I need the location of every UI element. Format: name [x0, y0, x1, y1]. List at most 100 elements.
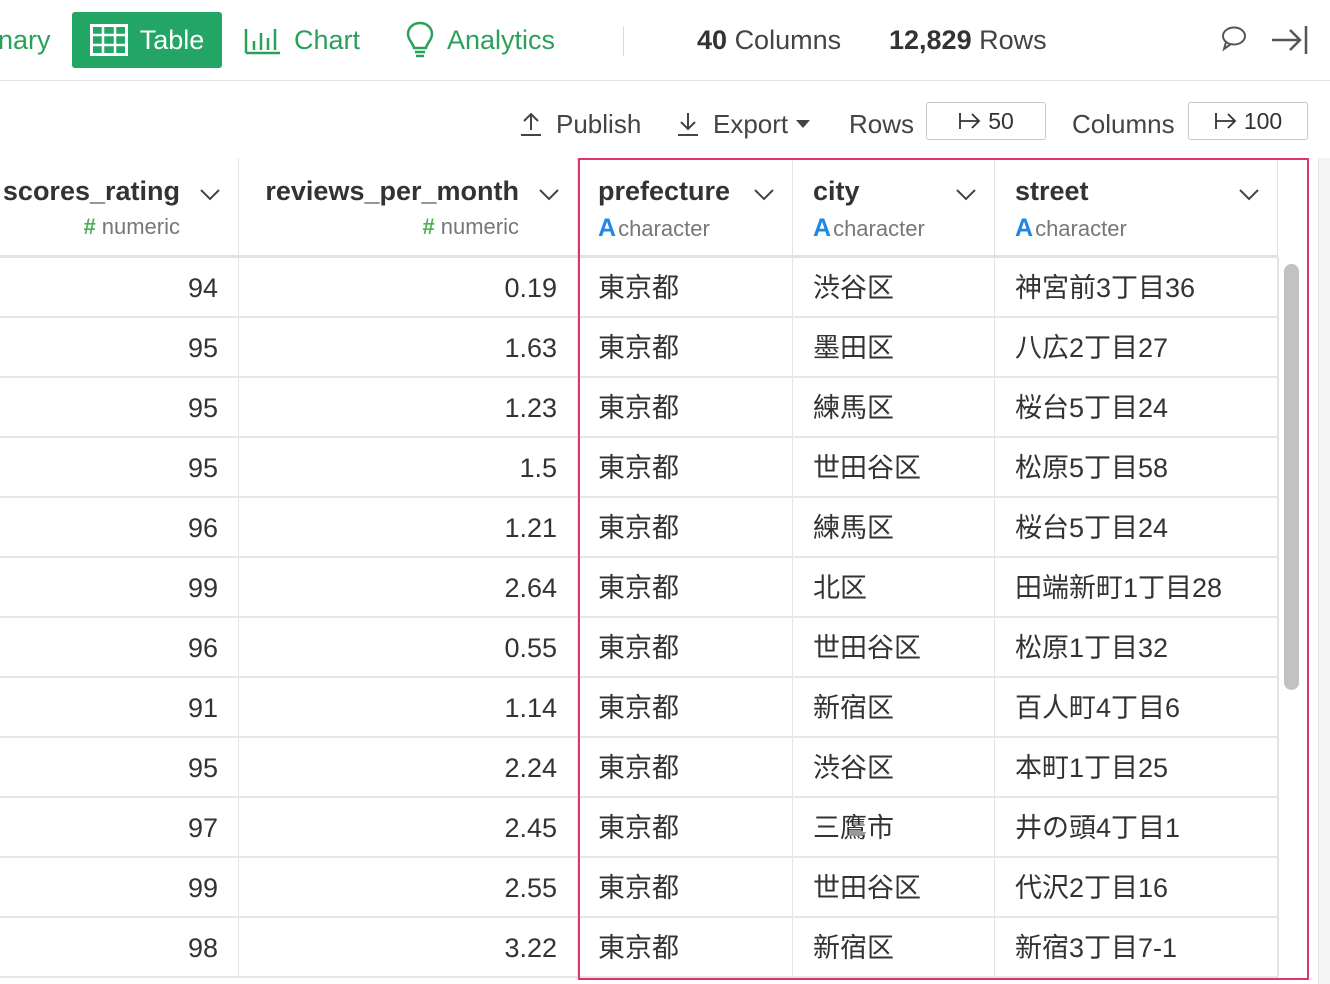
cell-street[interactable]: 桜台5丁目24: [995, 498, 1278, 556]
cell-street[interactable]: 井の頭4丁目1: [995, 798, 1278, 856]
cell-scores-rating[interactable]: 97: [0, 798, 239, 856]
column-type-label: numeric: [440, 214, 519, 239]
cell-reviews-per-month[interactable]: 1.14: [239, 678, 578, 736]
columns-limit-input[interactable]: 100: [1188, 102, 1308, 140]
collapse-panel-icon[interactable]: [1270, 24, 1310, 61]
cell-street[interactable]: 新宿3丁目7-1: [995, 918, 1278, 976]
tab-summary[interactable]: nary: [0, 12, 51, 68]
cell-street[interactable]: 神宮前3丁目36: [995, 258, 1278, 316]
comment-icon[interactable]: [1220, 24, 1248, 57]
arrow-right-bar-icon: [959, 113, 981, 129]
chevron-down-icon[interactable]: [537, 186, 561, 202]
cell-city[interactable]: 新宿区: [793, 678, 995, 736]
cell-city[interactable]: 北区: [793, 558, 995, 616]
cell-reviews-per-month[interactable]: 3.22: [239, 918, 578, 976]
cell-scores-rating[interactable]: 98: [0, 918, 239, 976]
chevron-down-icon[interactable]: [954, 186, 978, 202]
cell-prefecture[interactable]: 東京都: [578, 618, 793, 676]
cell-city[interactable]: 練馬区: [793, 378, 995, 436]
cell-scores-rating[interactable]: 99: [0, 558, 239, 616]
cell-city[interactable]: 練馬区: [793, 498, 995, 556]
column-header-prefecture[interactable]: prefecture Acharacter: [578, 158, 793, 258]
cell-reviews-per-month[interactable]: 2.55: [239, 858, 578, 916]
table-row: 98 3.22 東京都 新宿区 新宿3丁目7-1: [0, 918, 1278, 978]
cell-scores-rating[interactable]: 95: [0, 378, 239, 436]
cell-prefecture[interactable]: 東京都: [578, 858, 793, 916]
vertical-scrollbar-thumb[interactable]: [1284, 264, 1299, 690]
chevron-down-icon[interactable]: [1237, 186, 1261, 202]
cell-reviews-per-month[interactable]: 1.21: [239, 498, 578, 556]
column-header-street[interactable]: street Acharacter: [995, 158, 1278, 258]
cell-prefecture[interactable]: 東京都: [578, 498, 793, 556]
cell-reviews-per-month[interactable]: 1.5: [239, 438, 578, 496]
cell-city[interactable]: 新宿区: [793, 918, 995, 976]
cell-prefecture[interactable]: 東京都: [578, 738, 793, 796]
cell-street[interactable]: 本町1丁目25: [995, 738, 1278, 796]
cell-prefecture[interactable]: 東京都: [578, 798, 793, 856]
cell-reviews-per-month[interactable]: 2.45: [239, 798, 578, 856]
character-icon: A: [813, 214, 832, 242]
publish-button[interactable]: Publish: [518, 106, 641, 142]
tab-chart[interactable]: Chart: [244, 12, 360, 68]
column-type: # numeric: [423, 214, 520, 240]
cell-prefecture[interactable]: 東京都: [578, 678, 793, 736]
cell-city[interactable]: 渋谷区: [793, 258, 995, 316]
cell-prefecture[interactable]: 東京都: [578, 378, 793, 436]
cell-prefecture[interactable]: 東京都: [578, 318, 793, 376]
column-type-label: character: [618, 216, 710, 241]
cell-city[interactable]: 世田谷区: [793, 438, 995, 496]
top-bar: nary Table Chart Analytics 40 Columns 12…: [0, 0, 1330, 81]
cell-street[interactable]: 田端新町1丁目28: [995, 558, 1278, 616]
columns-count-value: 40: [697, 25, 728, 55]
cell-city[interactable]: 世田谷区: [793, 618, 995, 676]
cell-street[interactable]: 松原5丁目58: [995, 438, 1278, 496]
cell-reviews-per-month[interactable]: 2.24: [239, 738, 578, 796]
cell-city[interactable]: 渋谷区: [793, 738, 995, 796]
cell-street[interactable]: 松原1丁目32: [995, 618, 1278, 676]
cell-reviews-per-month[interactable]: 1.63: [239, 318, 578, 376]
export-dropdown[interactable]: Export: [675, 106, 811, 142]
rows-limit-input[interactable]: 50: [926, 102, 1046, 140]
cell-prefecture[interactable]: 東京都: [578, 438, 793, 496]
bar-chart-icon: [244, 29, 280, 55]
tab-table[interactable]: Table: [72, 12, 222, 68]
cell-city[interactable]: 世田谷区: [793, 858, 995, 916]
cell-scores-rating[interactable]: 96: [0, 498, 239, 556]
cell-prefecture[interactable]: 東京都: [578, 918, 793, 976]
cell-street[interactable]: 桜台5丁目24: [995, 378, 1278, 436]
table-row: 96 0.55 東京都 世田谷区 松原1丁目32: [0, 618, 1278, 678]
column-header-reviews-per-month[interactable]: reviews_per_month # numeric: [239, 158, 578, 258]
numeric-icon: #: [422, 214, 435, 239]
tab-table-label: Table: [139, 24, 205, 55]
cell-reviews-per-month[interactable]: 1.23: [239, 378, 578, 436]
tab-analytics[interactable]: Analytics: [405, 12, 555, 68]
rows-setting-label: Rows: [849, 109, 915, 139]
cell-prefecture[interactable]: 東京都: [578, 558, 793, 616]
columns-setting-label: Columns: [1072, 109, 1175, 139]
chevron-down-icon[interactable]: [198, 186, 222, 202]
cell-city[interactable]: 三鷹市: [793, 798, 995, 856]
cell-scores-rating[interactable]: 91: [0, 678, 239, 736]
cell-reviews-per-month[interactable]: 2.64: [239, 558, 578, 616]
upload-icon: [521, 112, 541, 136]
cell-scores-rating[interactable]: 95: [0, 438, 239, 496]
tab-chart-label: Chart: [294, 24, 361, 55]
cell-scores-rating[interactable]: 96: [0, 618, 239, 676]
cell-prefecture[interactable]: 東京都: [578, 258, 793, 316]
column-header-city[interactable]: city Acharacter: [793, 158, 995, 258]
cell-scores-rating[interactable]: 99: [0, 858, 239, 916]
cell-street[interactable]: 百人町4丁目6: [995, 678, 1278, 736]
cell-street[interactable]: 八広2丁目27: [995, 318, 1278, 376]
cell-street[interactable]: 代沢2丁目16: [995, 858, 1278, 916]
cell-reviews-per-month[interactable]: 0.55: [239, 618, 578, 676]
cell-city[interactable]: 墨田区: [793, 318, 995, 376]
cell-reviews-per-month[interactable]: 0.19: [239, 258, 578, 316]
column-type-label: numeric: [101, 214, 180, 239]
chevron-down-icon[interactable]: [752, 186, 776, 202]
cell-scores-rating[interactable]: 95: [0, 738, 239, 796]
cell-scores-rating[interactable]: 95: [0, 318, 239, 376]
table-row: 95 2.24 東京都 渋谷区 本町1丁目25: [0, 738, 1278, 798]
column-header-scores-rating[interactable]: scores_rating # numeric: [0, 158, 239, 258]
column-name: scores_rating: [2, 176, 180, 206]
cell-scores-rating[interactable]: 94: [0, 258, 239, 316]
